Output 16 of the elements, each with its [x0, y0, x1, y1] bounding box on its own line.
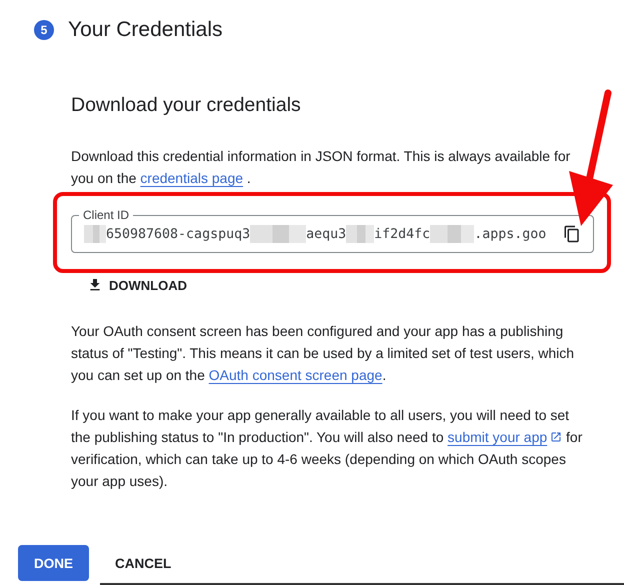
intro-text: Download this credential information in JSON format. This is always available for you on the credentials page . [71, 147, 572, 188]
section-heading: Download your credentials [71, 94, 302, 117]
link[interactable]: credentials page [140, 170, 244, 186]
cancel-button[interactable]: CANCEL [99, 545, 188, 581]
step-title: Your Credentials [68, 18, 222, 42]
link[interactable]: OAuth consent screen page [208, 367, 382, 383]
step-number: 5 [34, 20, 54, 40]
done-button[interactable]: DONE [18, 545, 90, 581]
field-label: Client ID [79, 208, 134, 222]
copy-icon[interactable] [563, 225, 581, 243]
paragraph: If you want to make your app generally available to all users, you will need to set the publishing status to "In production". You will also need to submit your app for verification, which can take up to 4-6 weeks (depending on which OAuth scopes your app uses). [71, 406, 584, 491]
external-link-icon [550, 431, 562, 443]
client-id-value: 650987608-cagspuq3 aequ3 if2d4fc .apps.goo [84, 225, 546, 243]
download-button[interactable]: DOWNLOAD [85, 273, 189, 297]
link[interactable]: submit your app [448, 429, 562, 445]
paragraph: Your OAuth consent screen has been configured and your app has a publishing status of "Testing". This means it can be used by a limited set of test users, which you can set up on the OAuth consent screen page. [71, 322, 576, 385]
